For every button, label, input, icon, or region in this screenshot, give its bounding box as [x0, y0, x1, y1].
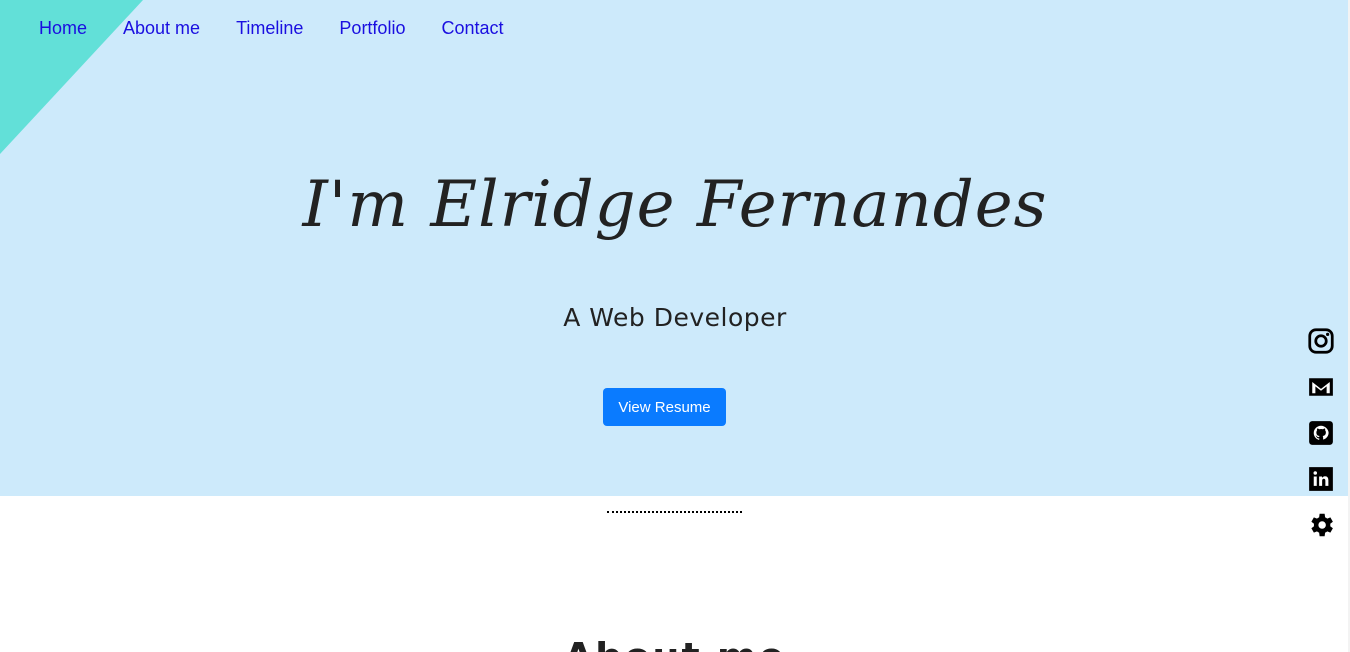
about-heading: About me: [0, 630, 1350, 652]
hero-title: I'm Elridge Fernandes: [302, 168, 1048, 242]
gmail-icon[interactable]: [1306, 372, 1336, 402]
page: Home About me Timeline Portfolio Contact…: [0, 0, 1350, 652]
nav-home-link[interactable]: Home: [39, 16, 87, 40]
nav-contact-link[interactable]: Contact: [441, 16, 503, 40]
gear-icon[interactable]: [1306, 510, 1336, 540]
view-resume-button[interactable]: View Resume: [603, 388, 726, 426]
section-divider: [607, 511, 742, 513]
linkedin-icon[interactable]: [1306, 464, 1336, 494]
nav-portfolio-link[interactable]: Portfolio: [339, 16, 405, 40]
nav-about-link[interactable]: About me: [123, 16, 200, 40]
social-links: [1306, 326, 1336, 556]
hero-section: Home About me Timeline Portfolio Contact…: [0, 0, 1350, 496]
main-nav: Home About me Timeline Portfolio Contact: [39, 16, 540, 40]
hero-subtitle: A Web Developer: [563, 303, 787, 332]
nav-timeline-link[interactable]: Timeline: [236, 16, 303, 40]
github-icon[interactable]: [1306, 418, 1336, 448]
instagram-icon[interactable]: [1306, 326, 1336, 356]
